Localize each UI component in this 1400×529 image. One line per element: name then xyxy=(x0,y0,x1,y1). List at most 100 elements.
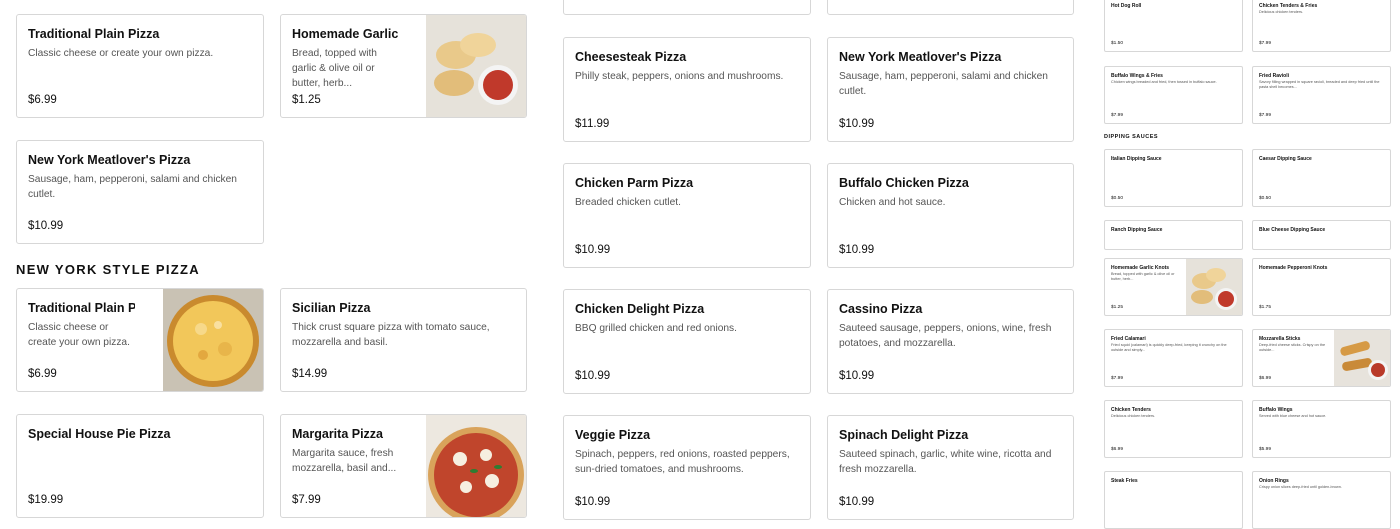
item-price: $10.99 xyxy=(28,220,64,232)
item-description: Sauteed spinach, garlic, white wine, ric… xyxy=(839,449,1052,475)
item-price: $10.99 xyxy=(839,496,875,508)
item-title: New York Meatlover's Pizza xyxy=(28,153,191,167)
item-title: Ranch Dipping Sauce xyxy=(1111,227,1163,233)
margarita-pizza-photo xyxy=(426,415,526,517)
item-description: Bread, topped with garlic & olive oil or… xyxy=(292,48,377,89)
item-description: Savory filling wrapped in square ravioli… xyxy=(1259,80,1380,89)
item-description: Deep-fried cheese sticks. Crispy on the … xyxy=(1259,343,1326,352)
item-description: Thick crust square pizza with tomato sau… xyxy=(292,322,490,348)
item-title: Caesar Dipping Sauce xyxy=(1259,156,1312,162)
section-heading: NEW YORK STYLE PIZZA xyxy=(16,262,200,277)
item-description: Classic cheese or create your own pizza. xyxy=(28,48,214,59)
menu-item-card[interactable]: Margarita Pizza Margarita sauce, fresh m… xyxy=(280,414,527,518)
item-title: Margarita Pizza xyxy=(292,427,384,441)
item-title: Special House Pie Pizza xyxy=(28,427,171,441)
item-price: $10.99 xyxy=(575,370,611,382)
menu-item-card[interactable]: Buffalo Wings & Fries Chicken wings brea… xyxy=(1104,66,1243,124)
item-price: $1.25 xyxy=(1111,305,1124,310)
item-price: $10.99 xyxy=(839,370,875,382)
item-price: $0.50 xyxy=(1111,196,1124,201)
item-title: Buffalo Wings & Fries xyxy=(1111,73,1163,79)
item-price: $10.99 xyxy=(575,244,611,256)
menu-item-card[interactable]: Homemade Garlic Knots Bread, topped with… xyxy=(280,14,527,118)
item-description: Margarita sauce, fresh mozzarella, basil… xyxy=(292,448,397,474)
item-description: Bread, topped with garlic & olive oil or… xyxy=(1111,272,1175,281)
item-price: $6.99 xyxy=(1259,376,1272,381)
menu-item-card[interactable]: New York Meatlover's Pizza Sausage, ham,… xyxy=(16,140,264,244)
menu-item-card[interactable]: Buffalo Chicken Pizza Chicken and hot sa… xyxy=(827,163,1074,268)
item-price: $7.99 xyxy=(1111,113,1124,118)
menu-item-card[interactable]: Chicken Delight Pizza BBQ grilled chicke… xyxy=(563,289,811,394)
item-title: Blue Cheese Dipping Sauce xyxy=(1259,227,1326,233)
menu-item-card[interactable]: Fried Ravioli Savory filling wrapped in … xyxy=(1252,66,1391,124)
menu-item-card[interactable]: New York Meatlover's Pizza Sausage, ham,… xyxy=(827,37,1074,142)
menu-item-card[interactable] xyxy=(827,0,1074,15)
menu-item-card[interactable]: Caesar Dipping Sauce $0.50 xyxy=(1252,149,1391,207)
menu-item-card[interactable]: Homemade Garlic Knots Bread, topped with… xyxy=(1104,258,1243,316)
menu-item-card[interactable]: Fried Calamari Fried squid (calamari) is… xyxy=(1104,329,1243,387)
item-price: $6.99 xyxy=(28,94,57,106)
item-title: Homemade Garlic Knots xyxy=(292,27,398,41)
menu-item-card[interactable]: Sicilian Pizza Thick crust square pizza … xyxy=(280,288,527,392)
item-price: $1.75 xyxy=(1259,305,1272,310)
menu-item-card[interactable]: Special House Pie Pizza $19.99 xyxy=(16,414,264,518)
item-description: Chicken and hot sauce. xyxy=(839,197,946,208)
item-description: Served with blue cheese and hot sauce. xyxy=(1259,414,1327,418)
item-price: $10.99 xyxy=(575,496,611,508)
item-title: Steak Fries xyxy=(1111,478,1138,484)
item-description: Chicken wings breaded and fried, then to… xyxy=(1111,80,1217,84)
menu-item-card[interactable]: Onion Rings Crispy onion slices deep-fri… xyxy=(1252,471,1391,529)
mozzarella-sticks-photo xyxy=(1334,330,1390,386)
menu-item-card[interactable]: Traditional Plain Pizza Classic cheese o… xyxy=(16,14,264,118)
item-price: $0.50 xyxy=(1259,196,1272,201)
item-description: Sausage, ham, pepperoni, salami and chic… xyxy=(839,71,1048,97)
menu-item-card[interactable]: Homemade Pepperoni Knots $1.75 xyxy=(1252,258,1391,316)
item-title: Homemade Garlic Knots xyxy=(1111,265,1170,271)
item-price: $7.99 xyxy=(1259,41,1272,46)
cheese-pizza-photo xyxy=(163,289,263,391)
menu-item-card[interactable]: Cheesesteak Pizza Philly steak, peppers,… xyxy=(563,37,811,142)
item-price: $5.99 xyxy=(1259,447,1272,452)
menu-item-card[interactable] xyxy=(563,0,811,15)
item-price: $6.99 xyxy=(28,368,57,380)
menu-item-card[interactable]: Traditional Plain Pizza Classic cheese o… xyxy=(16,288,264,392)
item-description: Sauteed sausage, peppers, onions, wine, … xyxy=(839,323,1052,349)
item-price: $19.99 xyxy=(28,494,64,506)
item-title: New York Meatlover's Pizza xyxy=(839,50,1002,64)
menu-item-card[interactable]: Veggie Pizza Spinach, peppers, red onion… xyxy=(563,415,811,520)
item-price: $1.25 xyxy=(292,94,321,106)
menu-item-card[interactable]: Chicken Tenders Delicious chicken tender… xyxy=(1104,400,1243,458)
item-title: Traditional Plain Pizza xyxy=(28,301,135,315)
item-price: $10.99 xyxy=(839,244,875,256)
menu-item-card[interactable]: Spinach Delight Pizza Sauteed spinach, g… xyxy=(827,415,1074,520)
item-description: Classic cheese or create your own pizza. xyxy=(28,322,130,348)
menu-item-card[interactable]: Hot Dog Roll $1.50 xyxy=(1104,0,1243,52)
item-title: Hot Dog Roll xyxy=(1111,3,1142,9)
menu-item-card[interactable]: Ranch Dipping Sauce xyxy=(1104,220,1243,250)
menu-item-card[interactable]: Cassino Pizza Sauteed sausage, peppers, … xyxy=(827,289,1074,394)
menu-item-card[interactable]: Steak Fries xyxy=(1104,471,1243,529)
item-description: Fried squid (calamari) is quickly deep-f… xyxy=(1111,343,1227,352)
item-title: Sicilian Pizza xyxy=(292,301,371,315)
item-title: Chicken Delight Pizza xyxy=(575,302,705,316)
section-heading: DIPPING SAUCES xyxy=(1104,134,1159,140)
item-title: Cassino Pizza xyxy=(839,302,923,316)
item-description: Crispy onion slices deep-fried until gol… xyxy=(1259,485,1342,489)
item-title: Mozzarella Sticks xyxy=(1259,336,1301,342)
item-title: Buffalo Chicken Pizza xyxy=(839,176,969,190)
item-title: Cheesesteak Pizza xyxy=(575,50,687,64)
menu-item-card[interactable]: Blue Cheese Dipping Sauce xyxy=(1252,220,1391,250)
menu-item-card[interactable]: Mozzarella Sticks Deep-fried cheese stic… xyxy=(1252,329,1391,387)
menu-item-card[interactable]: Chicken Parm Pizza Breaded chicken cutle… xyxy=(563,163,811,268)
item-title: Italian Dipping Sauce xyxy=(1111,156,1162,162)
menu-item-card[interactable]: Buffalo Wings Served with blue cheese an… xyxy=(1252,400,1391,458)
item-price: $11.99 xyxy=(575,118,610,130)
item-title: Veggie Pizza xyxy=(575,428,651,442)
item-price: $14.99 xyxy=(292,368,328,380)
menu-item-card[interactable]: Italian Dipping Sauce $0.50 xyxy=(1104,149,1243,207)
menu-item-card[interactable]: Chicken Tenders & Fries Delicious chicke… xyxy=(1252,0,1391,52)
item-title: Traditional Plain Pizza xyxy=(28,27,160,41)
item-title: Homemade Pepperoni Knots xyxy=(1259,265,1328,271)
item-description: Breaded chicken cutlet. xyxy=(575,197,681,208)
garlic-knots-photo xyxy=(426,15,526,117)
